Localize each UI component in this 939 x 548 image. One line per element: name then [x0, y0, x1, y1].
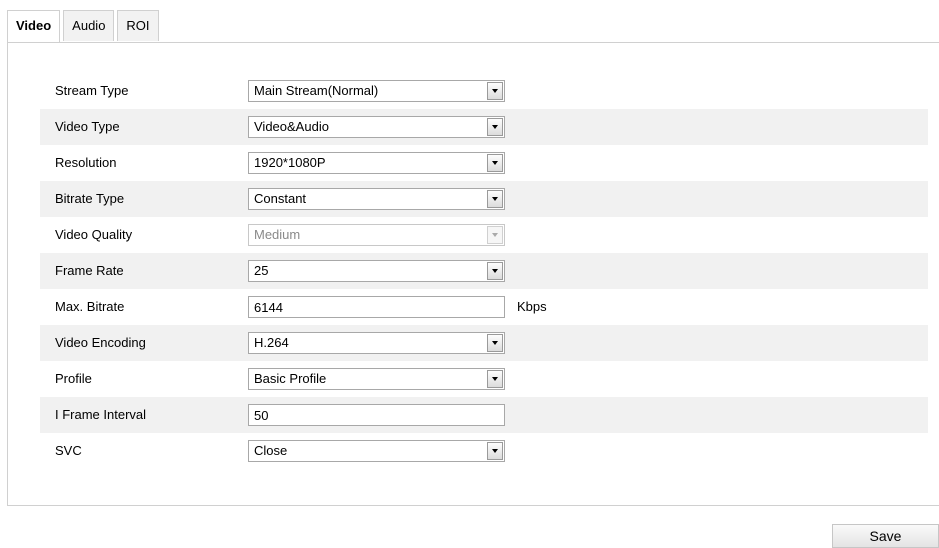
svc-select[interactable]: Close — [248, 440, 505, 462]
stream-type-label: Stream Type — [55, 83, 129, 98]
i-frame-interval-input[interactable] — [248, 404, 505, 426]
video-encoding-label: Video Encoding — [55, 335, 146, 350]
stream-type-value: Main Stream(Normal) — [254, 83, 379, 98]
video-type-label: Video Type — [55, 119, 120, 134]
chevron-down-icon — [487, 226, 503, 244]
chevron-down-icon[interactable] — [487, 370, 503, 388]
row-stream-type: Stream Type Main Stream(Normal) — [40, 73, 928, 109]
video-type-value: Video&Audio — [254, 119, 329, 134]
row-frame-rate: Frame Rate 25 — [40, 253, 928, 289]
bitrate-type-value: Constant — [254, 191, 307, 206]
chevron-down-icon[interactable] — [487, 118, 503, 136]
row-video-encoding: Video Encoding H.264 — [40, 325, 928, 361]
video-quality-select: Medium — [248, 224, 505, 246]
chevron-down-icon[interactable] — [487, 154, 503, 172]
max-bitrate-input[interactable] — [248, 296, 505, 318]
tab-video[interactable]: Video — [7, 10, 61, 42]
chevron-down-icon[interactable] — [487, 334, 503, 352]
video-encoding-value: H.264 — [254, 335, 289, 350]
row-i-frame-interval: I Frame Interval — [40, 397, 928, 433]
tab-audio[interactable]: Audio — [63, 10, 115, 41]
i-frame-interval-label: I Frame Interval — [55, 407, 147, 422]
row-video-type: Video Type Video&Audio — [40, 109, 928, 145]
resolution-value: 1920*1080P — [254, 155, 326, 170]
profile-select[interactable]: Basic Profile — [248, 368, 505, 390]
row-resolution: Resolution 1920*1080P — [40, 145, 928, 181]
svc-label: SVC — [55, 443, 82, 458]
chevron-down-icon[interactable] — [487, 190, 503, 208]
frame-rate-select[interactable]: 25 — [248, 260, 505, 282]
chevron-down-icon[interactable] — [487, 262, 503, 280]
frame-rate-label: Frame Rate — [55, 263, 124, 278]
chevron-down-icon[interactable] — [487, 82, 503, 100]
video-type-select[interactable]: Video&Audio — [248, 116, 505, 138]
frame-rate-value: 25 — [254, 263, 269, 278]
save-button[interactable]: Save — [832, 524, 939, 548]
bitrate-type-select[interactable]: Constant — [248, 188, 505, 210]
bitrate-type-label: Bitrate Type — [55, 191, 125, 206]
tab-roi[interactable]: ROI — [117, 10, 159, 41]
max-bitrate-label: Max. Bitrate — [55, 299, 125, 314]
video-encoding-select[interactable]: H.264 — [248, 332, 505, 354]
video-quality-value: Medium — [254, 227, 301, 242]
row-video-quality: Video Quality Medium — [40, 217, 928, 253]
video-settings-panel: Stream Type Main Stream(Normal) Video Ty… — [7, 42, 939, 506]
tab-bar: Video Audio ROI — [7, 10, 162, 42]
video-quality-label: Video Quality — [55, 227, 133, 242]
max-bitrate-unit: Kbps — [517, 299, 547, 314]
row-bitrate-type: Bitrate Type Constant — [40, 181, 928, 217]
profile-label: Profile — [55, 371, 92, 386]
resolution-label: Resolution — [55, 155, 117, 170]
svc-value: Close — [254, 443, 288, 458]
profile-value: Basic Profile — [254, 371, 327, 386]
chevron-down-icon[interactable] — [487, 442, 503, 460]
row-profile: Profile Basic Profile — [40, 361, 928, 397]
stream-type-select[interactable]: Main Stream(Normal) — [248, 80, 505, 102]
row-max-bitrate: Max. Bitrate Kbps — [40, 289, 928, 325]
resolution-select[interactable]: 1920*1080P — [248, 152, 505, 174]
row-svc: SVC Close — [40, 433, 928, 469]
